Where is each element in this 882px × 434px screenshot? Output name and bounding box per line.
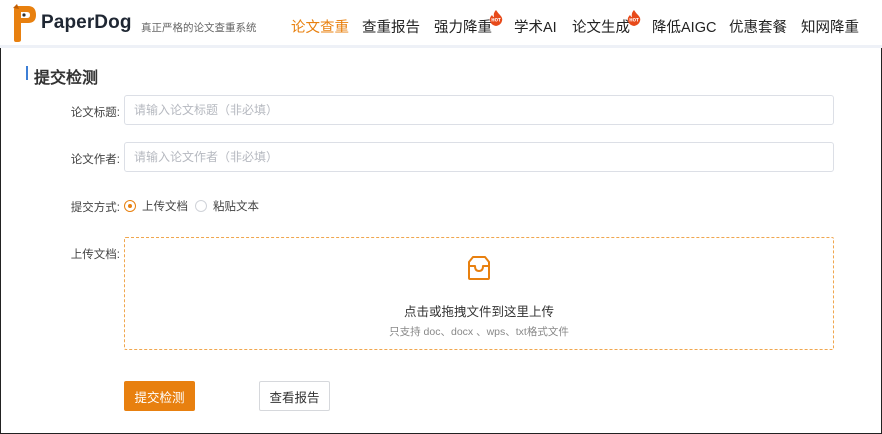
nav-item-academic-ai[interactable]: 学术AI: [514, 16, 557, 38]
nav-label: 优惠套餐: [729, 20, 787, 36]
nav-item-check-report[interactable]: 查重报告: [362, 16, 420, 38]
nav-label: 知网降重: [801, 20, 859, 36]
app-frame: [0, 0, 882, 434]
radio-dot[interactable]: [124, 200, 136, 212]
hot-badge-text: HOT: [491, 18, 501, 23]
radio-paste-text[interactable]: 粘贴文本: [195, 199, 259, 213]
method-field-label: 提交方式:: [70, 202, 120, 214]
author-field-label: 论文作者:: [70, 154, 120, 166]
nav-item-cnki-rewrite[interactable]: 知网降重: [801, 16, 859, 38]
paperdog-logo-icon[interactable]: [12, 4, 38, 44]
brand-slogan: 真正严格的论文查重系统: [141, 22, 257, 34]
inbox-icon: [468, 256, 490, 280]
top-navbar: PaperDog 真正严格的论文查重系统 论文查重 查重报告 强力降重 HOT …: [0, 0, 882, 48]
nav-item-paper-generate[interactable]: 论文生成 HOT: [572, 10, 641, 38]
nav-item-reduce-aigc[interactable]: 降低AIGC: [652, 16, 716, 38]
submit-check-button[interactable]: 提交检测: [124, 381, 195, 411]
section-title-bar: [26, 66, 28, 80]
upload-field-label: 上传文档:: [70, 249, 120, 261]
author-input[interactable]: [124, 142, 834, 172]
view-report-button[interactable]: 查看报告: [259, 381, 330, 411]
hot-badge-text: HOT: [629, 18, 639, 23]
nav-label: 查重报告: [362, 20, 420, 36]
section-title: 提交检测: [34, 70, 99, 87]
flame-hot-icon: HOT: [489, 10, 503, 26]
upload-dropzone[interactable]: 点击或拖拽文件到这里上传 只支持 doc、docx 、wps、txt格式文件: [124, 237, 834, 350]
title-input[interactable]: [124, 95, 834, 125]
radio-label: 上传文档: [142, 201, 188, 213]
nav-label: 降低AIGC: [652, 20, 717, 36]
brand-name[interactable]: PaperDog: [41, 12, 132, 34]
nav-label: 强力降重: [434, 20, 492, 36]
radio-dot[interactable]: [195, 200, 207, 212]
nav-label: 论文查重: [291, 20, 349, 36]
flame-hot-icon: HOT: [627, 10, 641, 26]
nav-label: 学术AI: [514, 20, 557, 36]
nav-label: 论文生成: [572, 20, 630, 36]
nav-item-discount-package[interactable]: 优惠套餐: [729, 16, 787, 38]
upload-instruction: 点击或拖拽文件到这里上传: [403, 305, 554, 319]
nav-item-strong-rewrite[interactable]: 强力降重 HOT: [434, 10, 503, 38]
nav-item-paper-check[interactable]: 论文查重: [291, 16, 349, 38]
radio-upload-document[interactable]: 上传文档: [124, 199, 188, 213]
upload-format-hint: 只支持 doc、docx 、wps、txt格式文件: [389, 326, 569, 338]
radio-label: 粘贴文本: [213, 201, 259, 213]
title-field-label: 论文标题:: [70, 107, 120, 119]
